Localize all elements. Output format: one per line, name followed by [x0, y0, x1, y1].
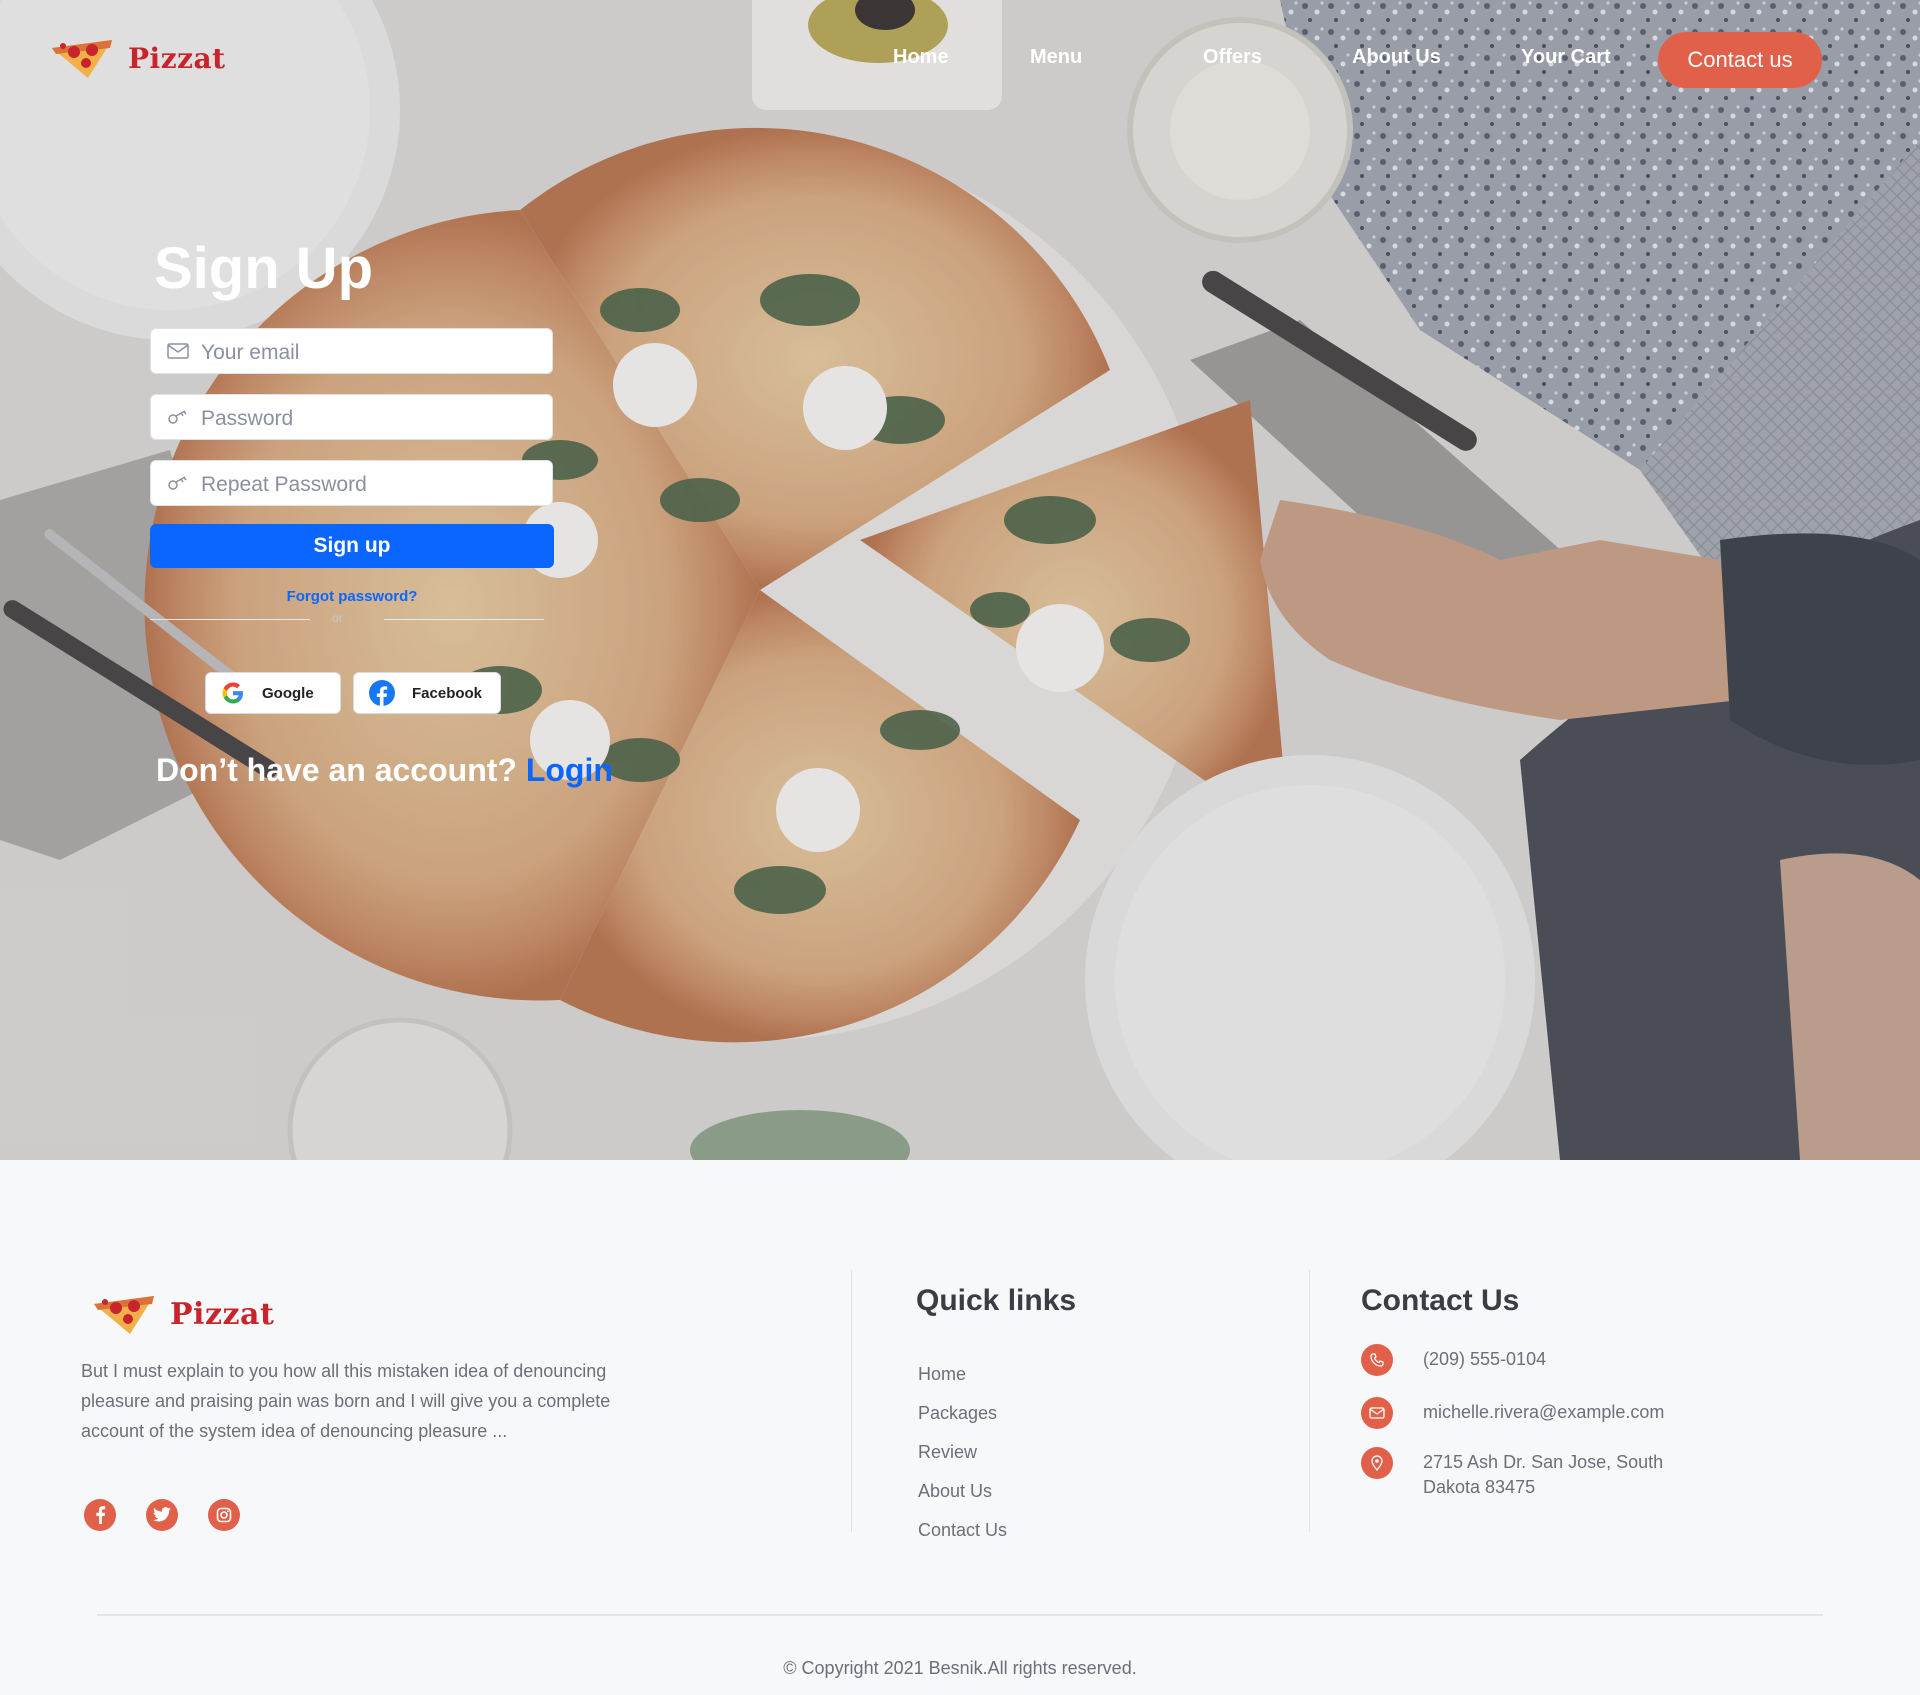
- key-icon: [168, 410, 187, 424]
- email-input[interactable]: [201, 337, 541, 365]
- sign-up-button[interactable]: Sign up: [150, 524, 554, 568]
- email-field: [150, 328, 553, 374]
- key-icon: [168, 476, 187, 490]
- contact-phone-text: (209) 555-0104: [1423, 1349, 1547, 1369]
- copyright-text: © Copyright 2021 Besnik.All rights reser…: [783, 1658, 1137, 1678]
- twitter-icon[interactable]: [146, 1499, 178, 1531]
- or-divider: or: [150, 609, 554, 629]
- quick-link-home[interactable]: Home: [918, 1364, 966, 1385]
- mail-icon: [167, 343, 189, 359]
- google-label: Google: [262, 684, 314, 702]
- nav-about-us[interactable]: About Us: [1352, 46, 1441, 69]
- footer-divider-line: [97, 1614, 1823, 1616]
- hero-section: Pizzat Home Menu Offers About Us Your Ca…: [0, 0, 1920, 1160]
- instagram-icon[interactable]: [208, 1499, 240, 1531]
- address-line-2: Dakota 83475: [1423, 1477, 1536, 1497]
- nav-home[interactable]: Home: [893, 46, 949, 69]
- footer-social-links: [84, 1499, 240, 1531]
- contact-address: 2715 Ash Dr. San Jose, South Dakota 8347…: [1361, 1447, 1663, 1500]
- divider-line-right: [384, 619, 544, 620]
- facebook-signin-button[interactable]: Facebook: [353, 672, 501, 714]
- footer-brand-name: Pizzat: [170, 1296, 275, 1332]
- quick-link-about-us[interactable]: About Us: [918, 1481, 992, 1502]
- no-account-text: Don’t have an account?: [156, 752, 517, 788]
- contact-us-title: Contact Us: [1361, 1284, 1520, 1317]
- google-signin-button[interactable]: Google: [205, 672, 341, 714]
- quick-link-packages[interactable]: Packages: [918, 1403, 997, 1424]
- no-account-prompt: Don’t have an account? Login: [156, 752, 613, 789]
- main-nav: Home Menu Offers About Us Your Cart: [0, 30, 1920, 90]
- forgot-password-link[interactable]: Forgot password?: [150, 588, 554, 605]
- phone-icon: [1361, 1344, 1393, 1376]
- footer-divider-1: [851, 1270, 852, 1532]
- contact-phone[interactable]: (209) 555-0104: [1361, 1344, 1546, 1376]
- password-field: [150, 394, 553, 440]
- footer: Pizzat But I must explain to you how all…: [0, 1160, 1920, 1695]
- signup-form: Sign Up Sign up Forgot password?: [150, 235, 560, 629]
- google-icon: [222, 682, 243, 704]
- facebook-label: Facebook: [412, 684, 483, 702]
- nav-your-cart[interactable]: Your Cart: [1521, 46, 1611, 69]
- nav-offers[interactable]: Offers: [1203, 46, 1262, 69]
- contact-address-text: 2715 Ash Dr. San Jose, South Dakota 8347…: [1423, 1447, 1663, 1500]
- quick-link-contact-us[interactable]: Contact Us: [918, 1520, 1007, 1541]
- footer-logo[interactable]: Pizzat: [90, 1292, 274, 1336]
- footer-divider-2: [1309, 1270, 1310, 1532]
- quick-links-title: Quick links: [916, 1284, 1077, 1317]
- footer-about-text: But I must explain to you how all this m…: [81, 1361, 611, 1441]
- facebook-icon[interactable]: [84, 1499, 116, 1531]
- quick-link-review[interactable]: Review: [918, 1442, 977, 1463]
- login-link[interactable]: Login: [526, 752, 613, 788]
- signup-title: Sign Up: [154, 236, 374, 301]
- or-label: or: [332, 611, 343, 625]
- password-input[interactable]: [201, 403, 541, 431]
- repeat-password-field: [150, 460, 553, 506]
- repeat-password-input[interactable]: [201, 469, 541, 497]
- pizza-slice-logo-icon: [94, 1296, 154, 1334]
- location-pin-icon: [1361, 1447, 1393, 1479]
- nav-menu[interactable]: Menu: [1030, 46, 1082, 69]
- address-line-1: 2715 Ash Dr. San Jose, South: [1423, 1452, 1664, 1472]
- contact-email-text: michelle.rivera@example.com: [1423, 1402, 1665, 1422]
- contact-us-button[interactable]: Contact us: [1658, 32, 1822, 88]
- contact-email[interactable]: michelle.rivera@example.com: [1361, 1397, 1664, 1429]
- facebook-icon: [369, 680, 395, 706]
- divider-line-left: [150, 619, 310, 620]
- mail-icon: [1361, 1397, 1393, 1429]
